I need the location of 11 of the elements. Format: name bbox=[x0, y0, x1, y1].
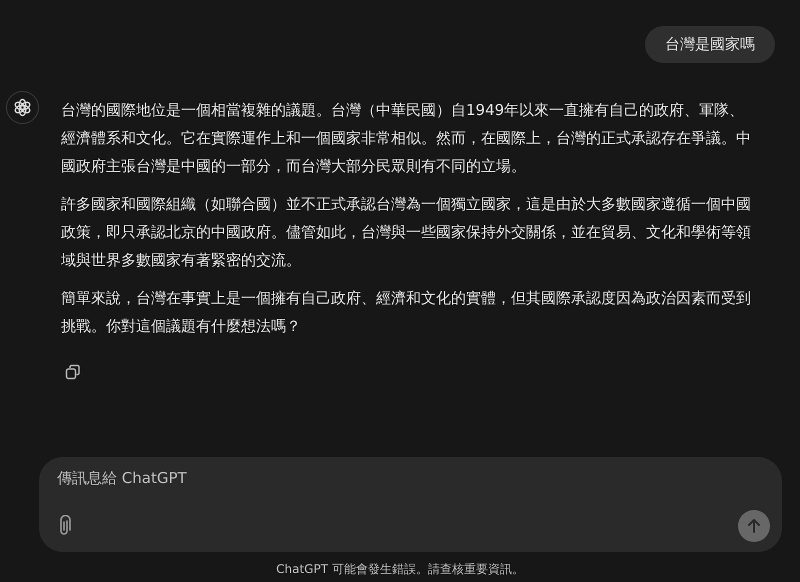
response-paragraph: 許多國家和國際組織（如聯合國）並不正式承認台灣為一個獨立國家，這是由於大多數國家遵循一個中國政策，即只承認北京的中國政府。儘管如此，台灣與一些國家保持外交關係，並在貿易、文化和學術等領域與世界多數國家有著緊密的交流。 bbox=[61, 194, 752, 271]
disclaimer-text: ChatGPT 可能會發生錯誤。請查核重要資訊。 bbox=[276, 562, 524, 576]
message-composer[interactable]: 傳訊息給 ChatGPT bbox=[39, 457, 782, 552]
response-paragraph: 台灣的國際地位是一個相當複雜的議題。台灣（中華民國）自1949年以來一直擁有自己的政府、軍隊、經濟體系和文化。它在實際運作上和一個國家非常相似。然而，在國際上，台灣的正式承認存在爭議。中國政府主張台灣是中國的一部分，而台灣大部分民眾則有不同的立場。 bbox=[61, 100, 752, 177]
user-message: 台灣是國家嗎 bbox=[645, 26, 775, 63]
response-paragraph: 簡單來說，台灣在事實上是一個擁有自己政府、經濟和文化的實體，但其國際承認度因為政治因素而受到挑戰。你對這個議題有什麼想法嗎？ bbox=[61, 288, 752, 337]
assistant-avatar-icon bbox=[6, 91, 39, 124]
attach-button[interactable] bbox=[57, 515, 71, 537]
arrow-up-icon bbox=[746, 518, 762, 534]
send-button[interactable] bbox=[738, 510, 770, 542]
message-input[interactable]: 傳訊息給 ChatGPT bbox=[57, 469, 657, 487]
